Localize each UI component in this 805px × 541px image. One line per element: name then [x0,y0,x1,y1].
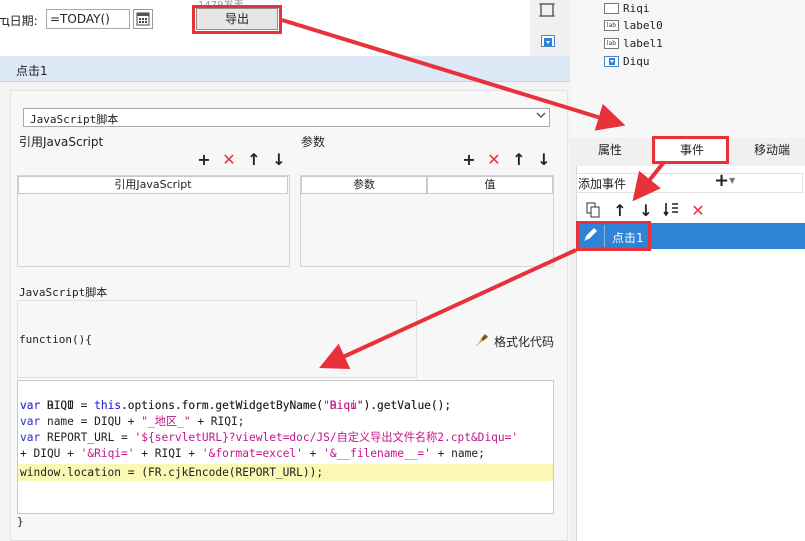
ref-js-column-header[interactable]: 引用JavaScript [18,176,288,194]
move-down-icon[interactable]: ↓ [271,152,287,168]
add-icon[interactable]: + [196,152,212,168]
code-line: var RIQI = this.options.form.getWidgetBy… [20,399,452,412]
delete-icon[interactable]: ✕ [690,203,706,219]
move-down-icon[interactable]: ↓ [536,152,552,168]
move-down-icon[interactable]: ↓ [638,203,654,219]
param-column-header[interactable]: 参数 [301,176,427,194]
move-bottom-icon[interactable] [663,202,679,221]
label-widget-icon: lab [604,19,619,31]
date-input[interactable]: =TODAY() [46,9,130,29]
combo-widget-icon [604,55,619,67]
widget-item-riqi[interactable]: Riqi [604,0,650,16]
broom-icon [474,332,490,351]
function-close: } [17,515,24,528]
format-code-label: 格式化代码 [494,335,555,349]
ref-js-section-label: 引用JavaScript [19,135,104,149]
calendar-icon[interactable] [133,9,153,29]
function-open: function(){ [19,333,92,346]
js-script-label: JavaScript脚本 [19,286,108,299]
widget-label: label0 [623,18,663,32]
widget-item-label0[interactable]: lab label0 [604,17,663,33]
square-select-icon[interactable] [539,2,555,18]
tab-properties[interactable]: 属性 [578,140,642,162]
format-code-button[interactable]: 格式化代码 [474,332,554,351]
widget-label: Riqi [623,1,650,15]
script-type-select[interactable]: JavaScript脚本 [23,108,550,127]
label-widget-icon: lab [604,37,619,49]
add-event-label: 添加事件 [578,177,627,191]
copy-icon[interactable] [585,202,601,221]
dialog-title-bar [0,56,570,82]
code-line: window.location = (FR.cjkEncode(REPORT_U… [20,466,324,479]
move-up-icon[interactable]: ↑ [612,203,628,219]
combo-widget-icon[interactable] [541,35,555,47]
code-line: var name = DIQU + "_地区_" + RIQI; [20,415,245,428]
dialog-title: 点击1 [16,64,48,78]
params-section-label: 参数 [301,135,326,149]
code-line: var DIQU = this.options.form.getWidgetBy… [20,399,452,412]
widget-item-label1[interactable]: lab label1 [604,35,663,51]
delete-icon[interactable]: ✕ [221,152,237,168]
event-item-highlight-box [576,221,651,251]
move-up-icon[interactable]: ↑ [246,152,262,168]
tab-mobile[interactable]: 移动端 [738,140,805,162]
code-line: var REPORT_URL = '${servletURL}?viewlet=… [20,431,519,444]
delete-icon[interactable]: ✕ [486,152,502,168]
widget-item-diqu[interactable]: Diqu [604,53,650,69]
chevron-down-icon[interactable] [532,109,549,126]
calendar-widget-icon [604,2,619,14]
move-up-icon[interactable]: ↑ [511,152,527,168]
value-column-header[interactable]: 值 [427,176,553,194]
events-tab-highlight-box [652,136,729,164]
widget-label: Diqu [623,54,650,68]
add-icon[interactable]: + [461,152,477,168]
add-event-button[interactable]: +▼ [714,171,735,191]
widget-label: label1 [623,36,663,50]
export-highlight-box [192,5,282,34]
code-line: + DIQU + '&Riqi=' + RIQI + '&format=exce… [20,447,485,460]
date-label: ҵ日期: [0,14,38,28]
